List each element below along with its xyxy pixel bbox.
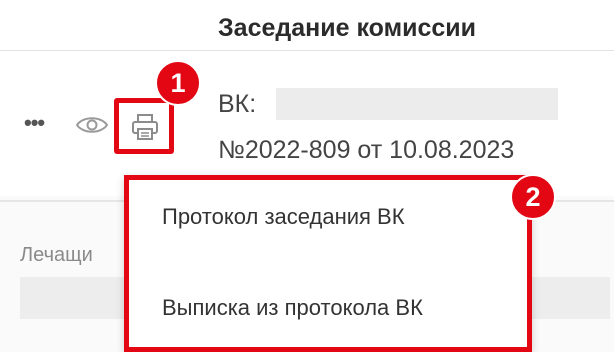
- menu-item-protocol-extract[interactable]: Выписка из протокола ВК: [162, 295, 423, 321]
- printer-icon[interactable]: [131, 113, 159, 141]
- step-badge-2: 2: [510, 174, 556, 220]
- protocol-number: №2022-809 от 10.08.2023: [218, 136, 515, 164]
- step-badge-1: 1: [155, 60, 201, 106]
- print-button-highlight[interactable]: [114, 98, 174, 154]
- vk-label: ВК:: [218, 90, 257, 118]
- vk-value-redacted: [276, 88, 558, 120]
- eye-icon[interactable]: [75, 113, 109, 137]
- header-divider: [0, 50, 614, 51]
- column-header-title: Заседание комиссии: [218, 14, 476, 42]
- attending-doctor-label: Лечащи: [20, 244, 93, 266]
- more-actions-icon[interactable]: •••: [24, 110, 45, 136]
- menu-item-protocol[interactable]: Протокол заседания ВК: [162, 204, 405, 230]
- print-dropdown-menu: Протокол заседания ВК Выписка из протоко…: [124, 175, 532, 352]
